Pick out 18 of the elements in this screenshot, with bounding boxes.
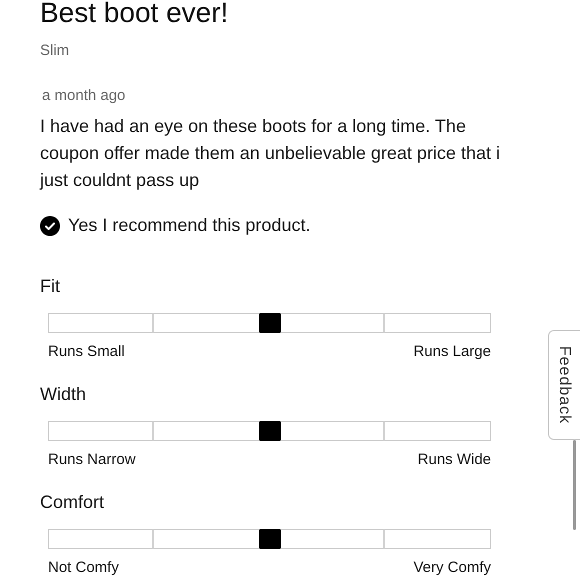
author-name: Slim <box>40 42 70 60</box>
scale-high-label: Very Comfy <box>413 559 491 577</box>
scale-low-label: Not Comfy <box>48 559 119 577</box>
review-title: Best boot ever! <box>40 0 228 29</box>
feedback-tab[interactable]: Feedback <box>548 330 580 440</box>
rating-label: Fit <box>40 275 60 298</box>
scale-low-label: Runs Small <box>48 343 125 361</box>
slider-thumb[interactable] <box>258 313 280 333</box>
scale-low-label: Runs Narrow <box>48 451 136 469</box>
scale-high-label: Runs Large <box>413 343 491 361</box>
review-date: a month ago <box>42 87 126 105</box>
slider-thumb[interactable] <box>258 421 280 441</box>
recommend-label: Yes I recommend this product. <box>68 214 310 237</box>
review-text: I have had an eye on these boots for a long time. The coupon offer made them an unbelievable great price that i just couldnt pass up <box>40 115 501 192</box>
rating-label: Comfort <box>40 491 104 514</box>
slider-thumb[interactable] <box>258 529 280 549</box>
scale-high-label: Runs Wide <box>418 451 491 469</box>
rating-label: Width <box>40 383 86 406</box>
